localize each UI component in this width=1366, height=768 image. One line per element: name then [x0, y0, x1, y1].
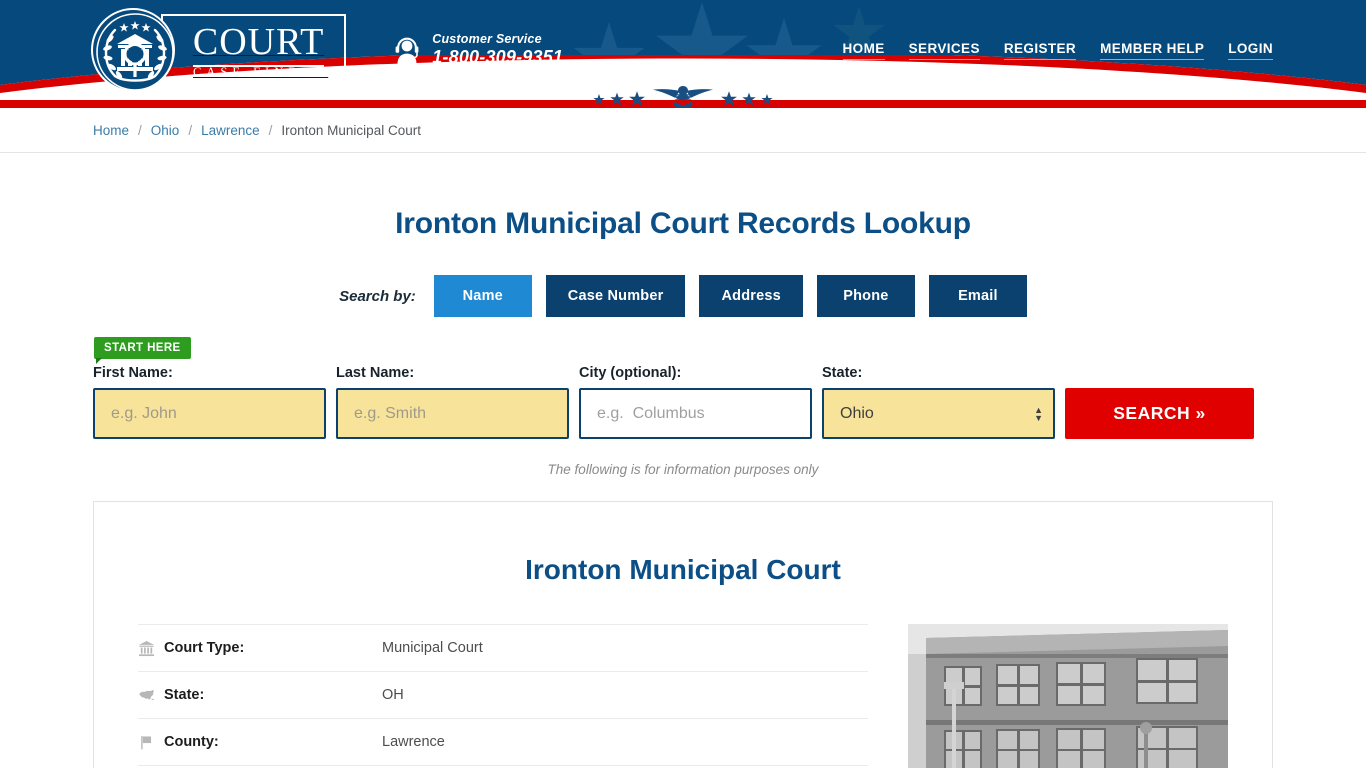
- tab-address[interactable]: Address: [699, 275, 803, 317]
- header-red-rule: [0, 100, 1366, 108]
- city-input[interactable]: [579, 388, 812, 439]
- breadcrumb-item-current: Ironton Municipal Court: [281, 122, 421, 138]
- us-map-icon: [138, 687, 164, 704]
- site-logo[interactable]: COURT CASE FINDER: [91, 8, 347, 92]
- start-here-badge: START HERE: [94, 337, 191, 364]
- court-seal-icon: [91, 8, 175, 92]
- search-by-tabs: Search by: Name Case Number Address Phon…: [93, 275, 1273, 317]
- court-name-heading: Ironton Municipal Court: [525, 554, 841, 585]
- customer-service-block: Customer Service 1-800-309-9351: [392, 32, 563, 67]
- courthouse-building-photo: [908, 624, 1228, 768]
- breadcrumb-item-ohio[interactable]: Ohio: [151, 123, 180, 138]
- page-content: Ironton Municipal Court Records Lookup S…: [93, 207, 1273, 768]
- customer-service-label: Customer Service: [432, 32, 542, 47]
- tab-case-number[interactable]: Case Number: [545, 275, 686, 317]
- headset-support-icon: [392, 35, 422, 65]
- state-field-group: State: Ohio ▲ ▼: [822, 365, 1055, 439]
- court-details-card: Ironton Municipal Court Court Type: Muni…: [93, 501, 1273, 768]
- nav-item-member-help[interactable]: MEMBER HELP: [1100, 41, 1205, 60]
- tab-name[interactable]: Name: [433, 275, 532, 317]
- first-name-input[interactable]: [93, 388, 326, 439]
- fact-value-court-type: Municipal Court: [382, 640, 483, 656]
- fact-value-county: Lawrence: [382, 734, 445, 750]
- customer-service-phone[interactable]: 1-800-309-9351: [432, 47, 563, 68]
- court-facts-list: Court Type: Municipal Court State: OH Co…: [138, 624, 868, 768]
- nav-item-services[interactable]: SERVICES: [908, 41, 980, 60]
- breadcrumb-item-lawrence[interactable]: Lawrence: [201, 123, 260, 138]
- nav-item-home[interactable]: HOME: [842, 41, 885, 60]
- page-title: Ironton Municipal Court Records Lookup: [395, 207, 971, 240]
- search-button[interactable]: SEARCH »: [1065, 388, 1254, 439]
- breadcrumb-separator: /: [188, 122, 193, 138]
- disclaimer-text: The following is for information purpose…: [547, 462, 819, 477]
- fact-value-state: OH: [382, 687, 404, 703]
- fact-row-county: County: Lawrence: [138, 718, 868, 765]
- last-name-field-group: Last Name:: [336, 365, 569, 439]
- nav-item-login[interactable]: LOGIN: [1228, 41, 1273, 60]
- search-form: START HERE First Name: Last Name: City (…: [93, 337, 1273, 439]
- city-field-group: City (optional):: [579, 365, 812, 439]
- breadcrumb-item-home[interactable]: Home: [93, 123, 129, 138]
- city-label: City (optional):: [579, 365, 682, 381]
- fact-label-county: County:: [164, 734, 219, 750]
- state-label: State:: [822, 365, 863, 381]
- first-name-field-group: First Name:: [93, 365, 326, 439]
- tab-email[interactable]: Email: [928, 275, 1027, 317]
- first-name-label: First Name:: [93, 365, 173, 381]
- search-by-label: Search by:: [339, 287, 416, 305]
- bank-icon: [138, 640, 164, 657]
- fact-row-state: State: OH: [138, 671, 868, 718]
- state-select[interactable]: Ohio: [822, 388, 1055, 439]
- logo-title: COURT: [192, 20, 325, 67]
- site-header: COURT CASE FINDER Customer Service 1-800…: [0, 0, 1366, 100]
- breadcrumb-separator: /: [138, 122, 142, 138]
- flag-icon: [138, 734, 164, 751]
- main-navigation: HOME SERVICES REGISTER MEMBER HELP LOGIN: [842, 41, 1273, 60]
- tab-phone[interactable]: Phone: [816, 275, 915, 317]
- nav-item-register[interactable]: REGISTER: [1003, 41, 1077, 60]
- fact-label-court-type: Court Type:: [164, 640, 245, 656]
- breadcrumb: Home / Ohio / Lawrence / Ironton Municip…: [93, 123, 1273, 138]
- fact-row-court-type: Court Type: Municipal Court: [138, 624, 868, 671]
- last-name-input[interactable]: [336, 388, 569, 439]
- fact-label-state: State:: [164, 687, 205, 703]
- breadcrumb-separator: /: [268, 122, 273, 138]
- breadcrumb-bar: Home / Ohio / Lawrence / Ironton Municip…: [0, 108, 1366, 153]
- last-name-label: Last Name:: [336, 365, 415, 381]
